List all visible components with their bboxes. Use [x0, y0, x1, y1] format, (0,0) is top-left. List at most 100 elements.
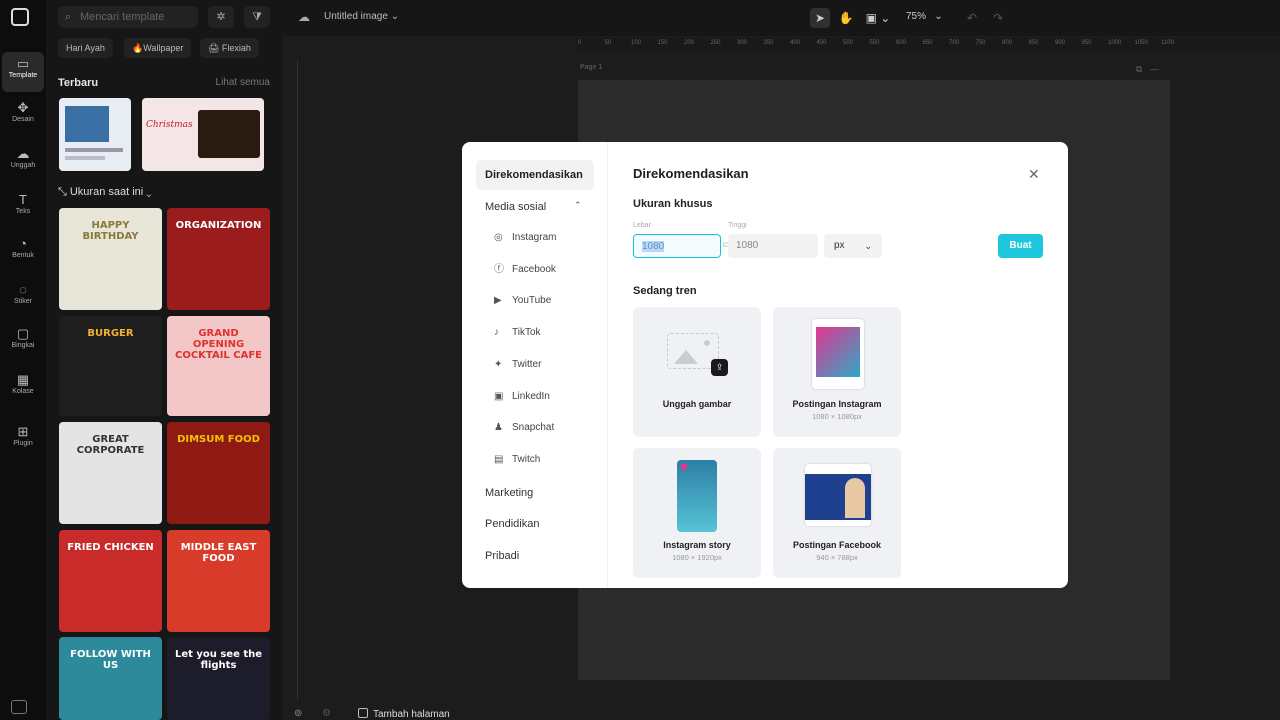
template-panel: ⌕ Mencari template ✲ ⧩ Hari Ayah 🔥Wallpa…: [46, 0, 282, 720]
trending-title: Sedang tren: [633, 285, 697, 297]
filter-icon: ⧩: [252, 11, 262, 23]
nav-twitch[interactable]: ▤ Twitch: [494, 450, 540, 470]
snapchat-icon: ♟: [494, 422, 503, 433]
nav-snapchat[interactable]: ♟ Snapchat: [494, 418, 554, 438]
instagram-story-card[interactable]: Instagram story 1080 × 1920px: [633, 448, 761, 578]
create-button[interactable]: Buat: [998, 234, 1043, 258]
instagram-post-card[interactable]: Postingan Instagram 1080 × 1080px: [773, 307, 901, 437]
nav-tiktok[interactable]: ♪ TikTok: [494, 323, 541, 343]
resize-icon: ⤡: [58, 186, 70, 198]
app-logo[interactable]: [11, 8, 29, 26]
nav-marketing[interactable]: Marketing: [476, 478, 594, 508]
settings-icon[interactable]: ⚙: [322, 708, 331, 719]
rail-item-collage[interactable]: ▦ Kolase: [0, 368, 46, 408]
add-page-button[interactable]: Tambah halaman: [358, 708, 450, 720]
facebook-post-card[interactable]: Postingan Facebook 940 × 788px: [773, 448, 901, 578]
template-search[interactable]: ⌕ Mencari template: [58, 6, 198, 28]
nav-recommended[interactable]: Direkomendasikan: [476, 160, 594, 190]
custom-size-title: Ukuran khusus: [633, 198, 713, 210]
upload-badge-icon: ⇪: [711, 359, 728, 376]
template-thumb[interactable]: GRAND OPENING COCKTAIL CAFE: [167, 316, 270, 416]
ruler-tick-label: 550: [869, 40, 880, 46]
document-title[interactable]: Untitled image ⌄: [324, 11, 399, 22]
card-dimension: 1080 × 1920px: [672, 553, 722, 562]
rail-item-frame[interactable]: ▢ Bingkai: [0, 322, 46, 362]
ruler-tick-label: 500: [843, 40, 854, 46]
chip-fathers-day[interactable]: Hari Ayah: [58, 38, 113, 58]
hand-tool[interactable]: ✋: [836, 8, 856, 28]
chip-flexiah[interactable]: 🖨 Flexiah: [200, 38, 259, 58]
see-all-link[interactable]: Lihat semua: [216, 77, 270, 88]
template-thumb-title: BURGER: [87, 328, 134, 339]
instagram-post-preview: [812, 319, 864, 389]
template-thumb[interactable]: Let you see the flights: [167, 637, 270, 720]
preview-image: [816, 327, 860, 377]
close-button[interactable]: ✕: [1028, 166, 1040, 183]
card-label: Postingan Facebook: [792, 540, 881, 550]
rail-item-sticker[interactable]: ◌ Stiker: [0, 278, 46, 318]
height-input[interactable]: 1080: [728, 234, 818, 258]
rail-item-plugin[interactable]: ⊞ Plugin: [0, 420, 46, 460]
undo-icon: ↶: [966, 11, 978, 25]
nav-twitter[interactable]: ✦ Twitter: [494, 355, 541, 375]
rail-item-shape[interactable]: ◔ Bentuk: [0, 232, 46, 272]
template-thumb[interactable]: MIDDLE EAST FOOD: [167, 530, 270, 632]
current-size-title[interactable]: ⤡ Ukuran saat ini ⌄: [58, 186, 151, 199]
template-thumb[interactable]: ORGANIZATION: [167, 208, 270, 310]
sticker-icon: ◌: [19, 282, 27, 297]
facebook-post-preview: [805, 464, 871, 526]
template-thumb[interactable]: BURGER: [59, 316, 162, 416]
page-tools[interactable]: ⧉ —: [1136, 64, 1159, 75]
ruler-tick-label: 800: [1002, 40, 1013, 46]
nav-youtube[interactable]: ▶ YouTube: [494, 291, 551, 311]
ruler-tick-label: 50: [604, 40, 612, 46]
rail-item-design[interactable]: ✥ Desain: [0, 96, 46, 136]
help-icon[interactable]: [11, 700, 27, 714]
chip-wallpaper[interactable]: 🔥Wallpaper: [124, 38, 192, 58]
recent-thumb-2[interactable]: Christmas: [142, 98, 264, 171]
ruler-tick-label: 1000: [1108, 40, 1122, 46]
family-photo: [198, 110, 260, 158]
magic-button[interactable]: ✲: [208, 6, 234, 28]
nav-facebook[interactable]: ⓕ Facebook: [494, 260, 556, 280]
width-input[interactable]: 1080: [633, 234, 721, 258]
layout-tool[interactable]: ▣ ⌄: [864, 8, 892, 28]
nav-instagram[interactable]: ◎ Instagram: [494, 228, 556, 248]
youtube-icon: ▶: [494, 295, 502, 306]
rail-item-upload[interactable]: ☁ Unggah: [0, 142, 46, 182]
design-icon: ✥: [17, 100, 29, 115]
rail-item-text[interactable]: T Teks: [0, 188, 46, 228]
frame-icon: ▢: [16, 326, 30, 341]
undo-button[interactable]: ↶: [962, 8, 982, 28]
ruler-tick-label: 450: [816, 40, 827, 46]
search-placeholder: Mencari template: [80, 11, 165, 23]
nav-linkedin[interactable]: ▣ LinkedIn: [494, 387, 550, 407]
ruler-tick-label: 650: [922, 40, 933, 46]
rail-item-template[interactable]: ▭ Template: [2, 52, 44, 92]
template-thumb[interactable]: GREAT CORPORATE: [59, 422, 162, 524]
upload-image-card[interactable]: ⇪ Unggah gambar: [633, 307, 761, 437]
unit-select[interactable]: px ⌄: [824, 234, 882, 258]
chevron-up-icon[interactable]: ⌃: [574, 200, 582, 211]
layers-icon[interactable]: ⊚: [294, 708, 302, 719]
magic-icon: ✲: [216, 11, 226, 23]
card-label: Unggah gambar: [662, 399, 732, 409]
nav-personal[interactable]: Pribadi: [476, 541, 594, 571]
zoom-level[interactable]: 75% ⌄: [906, 11, 943, 22]
nav-education[interactable]: Pendidikan: [476, 509, 594, 539]
recent-thumb-1[interactable]: [59, 98, 131, 171]
card-dimension: 1080 × 1080px: [812, 412, 862, 421]
mountain-shape: [674, 350, 698, 364]
ruler-tick-label: 750: [975, 40, 986, 46]
template-thumb[interactable]: FRIED CHICKEN: [59, 530, 162, 632]
ruler-tick-label: 200: [684, 40, 695, 46]
template-thumb[interactable]: FOLLOW WITH US: [59, 637, 162, 720]
filter-button[interactable]: ⧩: [244, 6, 270, 28]
template-thumb[interactable]: DIMSUM FOOD: [167, 422, 270, 524]
chevron-down-icon: ⌄: [864, 241, 872, 251]
select-tool[interactable]: ➤: [810, 8, 830, 28]
template-thumb[interactable]: HAPPY BIRTHDAY: [59, 208, 162, 310]
redo-button[interactable]: ↷: [988, 8, 1008, 28]
twitch-icon: ▤: [494, 454, 504, 465]
cloud-icon: ☁: [298, 10, 310, 24]
